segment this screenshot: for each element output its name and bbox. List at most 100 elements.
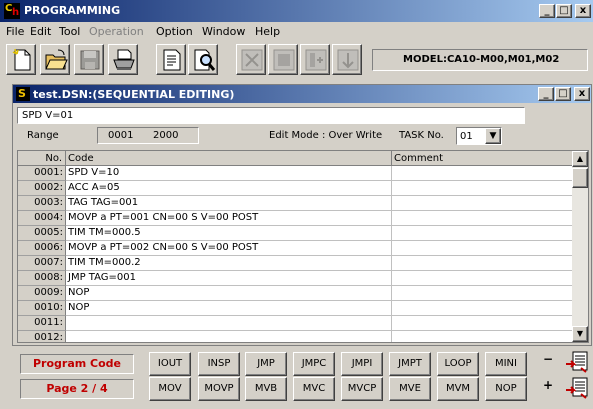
code-cell[interactable]: NOP: [66, 286, 392, 301]
cut-button[interactable]: [268, 44, 298, 75]
column-header-code: Code: [66, 151, 392, 166]
menu-bar: File Edit Tool Operation Option Window H…: [0, 22, 593, 40]
menu-help[interactable]: Help: [255, 25, 280, 38]
code-cell[interactable]: MOVP a PT=002 CN=00 S V=00 POST: [66, 241, 392, 256]
comment-cell[interactable]: [392, 271, 574, 286]
dropdown-arrow-icon[interactable]: ▼: [485, 128, 501, 144]
comment-cell[interactable]: [392, 286, 574, 301]
comment-cell[interactable]: [392, 196, 574, 211]
menu-edit[interactable]: Edit: [30, 25, 51, 38]
comment-cell[interactable]: [392, 226, 574, 241]
application-window: C h PROGRAMMING _ □ x File Edit Tool Ope…: [0, 0, 593, 409]
insert-button[interactable]: [332, 44, 362, 75]
code-cell[interactable]: NOP: [66, 301, 392, 316]
save-file-button[interactable]: [74, 44, 104, 75]
menu-tool[interactable]: Tool: [59, 25, 80, 38]
edit-document-button[interactable]: [156, 44, 186, 75]
command-button-mvm[interactable]: MVM: [437, 377, 479, 401]
comment-cell[interactable]: [392, 241, 574, 256]
command-button-mov[interactable]: MOV: [149, 377, 191, 401]
speed-field-value: SPD V=01: [22, 110, 74, 121]
task-select[interactable]: 01 ▼: [456, 127, 502, 145]
code-grid: No. Code Comment 0001: SPD V=10 0002: ACC A…: [17, 150, 589, 343]
maximize-button[interactable]: □: [556, 4, 572, 18]
table-row[interactable]: 0001: SPD V=10: [18, 166, 574, 181]
table-row[interactable]: 0011:: [18, 316, 574, 331]
table-row[interactable]: 0002: ACC A=05: [18, 181, 574, 196]
copy-button[interactable]: [236, 44, 266, 75]
comment-cell[interactable]: [392, 211, 574, 226]
command-button-movp[interactable]: MOVP: [198, 377, 240, 401]
insert-icon: [337, 49, 359, 71]
comment-cell[interactable]: [392, 181, 574, 196]
code-cell[interactable]: TAG TAG=001: [66, 196, 392, 211]
code-cell[interactable]: MOVP a PT=001 CN=00 S V=00 POST: [66, 211, 392, 226]
search-button[interactable]: [188, 44, 218, 75]
row-number: 0004:: [18, 211, 66, 226]
comment-cell[interactable]: [392, 331, 574, 342]
app-logo-icon: C h: [4, 3, 20, 19]
menu-option[interactable]: Option: [156, 25, 193, 38]
plus-sign: +: [543, 378, 554, 392]
task-label: TASK No.: [399, 130, 444, 141]
model-label: MODEL:CA10-M00,M01,M02: [403, 54, 560, 65]
close-button[interactable]: x: [575, 4, 591, 18]
command-button-mvcp[interactable]: MVCP: [341, 377, 383, 401]
scroll-down-icon[interactable]: ▼: [572, 326, 588, 342]
editor-minimize-button[interactable]: _: [538, 87, 554, 101]
toolbar: MODEL:CA10-M00,M01,M02: [0, 40, 593, 80]
command-button-iout[interactable]: IOUT: [149, 352, 191, 376]
vertical-scrollbar[interactable]: ▲ ▼: [572, 151, 588, 342]
page-previous-icon[interactable]: [565, 350, 589, 374]
code-cell[interactable]: JMP TAG=001: [66, 271, 392, 286]
speed-field[interactable]: SPD V=01: [17, 107, 525, 124]
command-button-mini[interactable]: MINI: [485, 352, 527, 376]
table-row[interactable]: 0003: TAG TAG=001: [18, 196, 574, 211]
print-icon: [113, 49, 135, 70]
menu-file[interactable]: File: [6, 25, 24, 38]
code-cell[interactable]: TIM TM=000.5: [66, 226, 392, 241]
comment-cell[interactable]: [392, 301, 574, 316]
table-row[interactable]: 0009: NOP: [18, 286, 574, 301]
print-button[interactable]: [108, 44, 138, 75]
command-button-mvb[interactable]: MVB: [245, 377, 287, 401]
editor-close-button[interactable]: x: [574, 87, 590, 101]
new-file-button[interactable]: [6, 44, 36, 75]
table-row[interactable]: 0006: MOVP a PT=002 CN=00 S V=00 POST: [18, 241, 574, 256]
code-cell[interactable]: ACC A=05: [66, 181, 392, 196]
scroll-up-icon[interactable]: ▲: [572, 151, 588, 167]
table-row[interactable]: 0010: NOP: [18, 301, 574, 316]
table-row[interactable]: 0005: TIM TM=000.5: [18, 226, 574, 241]
command-button-jmpc[interactable]: JMPC: [293, 352, 335, 376]
comment-cell[interactable]: [392, 256, 574, 271]
command-button-mve[interactable]: MVE: [389, 377, 431, 401]
code-cell[interactable]: [66, 316, 392, 331]
table-row[interactable]: 0004: MOVP a PT=001 CN=00 S V=00 POST: [18, 211, 574, 226]
table-row[interactable]: 0012:: [18, 331, 574, 342]
editor-maximize-button[interactable]: □: [555, 87, 571, 101]
command-button-insp[interactable]: INSP: [198, 352, 240, 376]
code-cell[interactable]: TIM TM=000.2: [66, 256, 392, 271]
command-button-jmpt[interactable]: JMPT: [389, 352, 431, 376]
menu-window[interactable]: Window: [202, 25, 245, 38]
page-next-icon[interactable]: [565, 376, 589, 400]
command-button-jmp[interactable]: JMP: [245, 352, 287, 376]
editor-title-bar: S test.DSN:(SEQUENTIAL EDITING) _ □ x: [13, 85, 591, 103]
comment-cell[interactable]: [392, 316, 574, 331]
command-button-jmpi[interactable]: JMPI: [341, 352, 383, 376]
command-button-mvc[interactable]: MVC: [293, 377, 335, 401]
open-file-button[interactable]: [40, 44, 70, 75]
code-cell[interactable]: [66, 331, 392, 342]
command-button-loop[interactable]: LOOP: [437, 352, 479, 376]
editor-icon-letter: S: [18, 87, 26, 100]
scroll-thumb[interactable]: [572, 168, 588, 188]
code-cell[interactable]: SPD V=10: [66, 166, 392, 181]
paste-button[interactable]: [300, 44, 330, 75]
comment-cell[interactable]: [392, 166, 574, 181]
command-button-nop[interactable]: NOP: [485, 377, 527, 401]
table-row[interactable]: 0007: TIM TM=000.2: [18, 256, 574, 271]
table-row[interactable]: 0008: JMP TAG=001: [18, 271, 574, 286]
minimize-button[interactable]: _: [539, 4, 555, 18]
column-no-label: No.: [45, 153, 62, 164]
row-number: 0012:: [18, 331, 66, 342]
